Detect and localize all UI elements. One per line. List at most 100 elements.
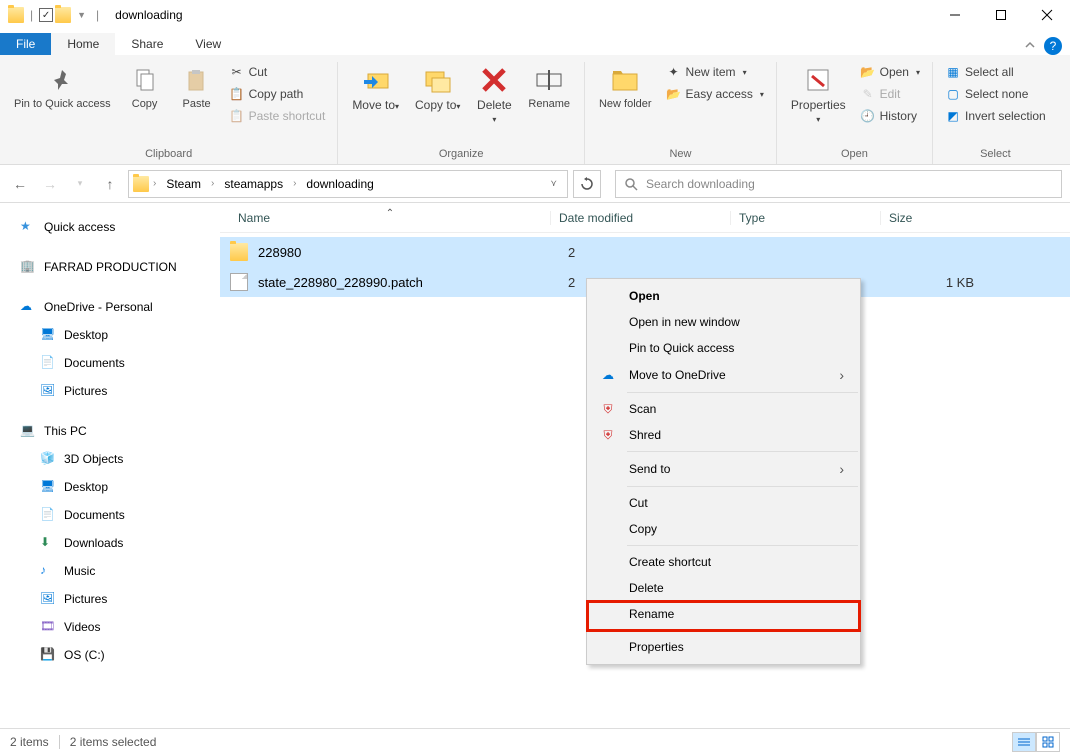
chevron-right-icon[interactable]: › <box>151 178 158 189</box>
recent-button[interactable]: ▾ <box>68 172 92 196</box>
star-icon: ★ <box>20 219 36 235</box>
maximize-button[interactable] <box>978 0 1024 30</box>
column-size[interactable]: Size <box>880 211 980 225</box>
breadcrumb-segment[interactable]: Steam <box>160 175 207 193</box>
back-button[interactable]: ← <box>8 172 32 196</box>
paste-shortcut-button[interactable]: 📋Paste shortcut <box>225 106 330 126</box>
new-item-button[interactable]: ✦New item▾ <box>662 62 768 82</box>
cm-cut[interactable]: Cut <box>587 490 860 516</box>
sidebar-downloads[interactable]: ⬇Downloads <box>0 529 220 557</box>
breadcrumb-segment[interactable]: downloading <box>300 175 379 193</box>
cm-properties[interactable]: Properties <box>587 634 860 660</box>
cm-delete[interactable]: Delete <box>587 575 860 601</box>
minimize-button[interactable] <box>932 0 978 30</box>
paste-button[interactable]: Paste <box>173 62 221 113</box>
sidebar-onedrive[interactable]: ☁ OneDrive - Personal <box>0 293 220 321</box>
select-all-button[interactable]: ▦Select all <box>941 62 1050 82</box>
chevron-right-icon[interactable]: › <box>209 178 216 189</box>
chevron-up-icon <box>1024 39 1036 51</box>
invert-icon: ◩ <box>945 108 961 124</box>
cm-rename[interactable]: Rename <box>587 601 860 627</box>
move-to-button[interactable]: Move to▾ <box>346 62 405 115</box>
sidebar-this-pc[interactable]: 💻 This PC <box>0 417 220 445</box>
thumbnails-view-button[interactable] <box>1036 732 1060 752</box>
pin-quick-access-button[interactable]: Pin to Quick access <box>8 62 117 113</box>
details-view-button[interactable] <box>1012 732 1036 752</box>
open-button[interactable]: 📂Open▾ <box>856 62 924 82</box>
copy-to-button[interactable]: Copy to▾ <box>409 62 466 115</box>
folder-icon <box>133 176 149 192</box>
up-button[interactable]: ↑ <box>98 172 122 196</box>
sidebar-documents[interactable]: 📄Documents <box>0 501 220 529</box>
history-button[interactable]: 🕘History <box>856 106 924 126</box>
cm-send-to[interactable]: Send to › <box>587 455 860 483</box>
tab-home[interactable]: Home <box>51 33 115 55</box>
sidebar-od-desktop[interactable]: 🖥Desktop <box>0 321 220 349</box>
cut-button[interactable]: ✂Cut <box>225 62 330 82</box>
sidebar-3d-objects[interactable]: 🧊3D Objects <box>0 445 220 473</box>
breadcrumb[interactable]: › Steam › steamapps › downloading ⋎ <box>128 170 568 198</box>
sidebar-od-pictures[interactable]: 🖼Pictures <box>0 377 220 405</box>
onedrive-icon: ☁ <box>599 366 617 384</box>
rename-button[interactable]: Rename <box>522 62 576 113</box>
file-row[interactable]: 228980 2 <box>220 237 1070 267</box>
breadcrumb-segment[interactable]: steamapps <box>218 175 289 193</box>
column-date[interactable]: Date modified <box>550 211 730 225</box>
sidebar-music[interactable]: ♪Music <box>0 557 220 585</box>
tab-file[interactable]: File <box>0 33 51 55</box>
main-content: ★ Quick access 🏢 FARRAD PRODUCTION ☁ One… <box>0 203 1070 751</box>
edit-icon: ✎ <box>860 86 876 102</box>
separator <box>627 392 858 393</box>
cm-open-new[interactable]: Open in new window <box>587 309 860 335</box>
invert-selection-button[interactable]: ◩Invert selection <box>941 106 1050 126</box>
sidebar-desktop[interactable]: 🖥Desktop <box>0 473 220 501</box>
tab-share[interactable]: Share <box>115 33 179 55</box>
cm-create-shortcut[interactable]: Create shortcut <box>587 549 860 575</box>
navigation-pane[interactable]: ★ Quick access 🏢 FARRAD PRODUCTION ☁ One… <box>0 203 220 751</box>
search-box[interactable] <box>615 170 1062 198</box>
cm-onedrive[interactable]: ☁ Move to OneDrive › <box>587 361 860 389</box>
dropdown-caret-icon[interactable]: ▼ <box>77 10 86 20</box>
properties-button[interactable]: Properties▾ <box>785 62 852 128</box>
close-button[interactable] <box>1024 0 1070 30</box>
forward-button[interactable]: → <box>38 172 62 196</box>
column-type[interactable]: Type <box>730 211 880 225</box>
rename-icon <box>533 64 565 96</box>
select-none-button[interactable]: ▢Select none <box>941 84 1050 104</box>
chevron-right-icon[interactable]: › <box>291 178 298 189</box>
copy-button[interactable]: Copy <box>121 62 169 113</box>
titlebar-left: | ✓ ▼ | downloading <box>0 7 183 23</box>
ribbon-collapse-button[interactable] <box>1016 35 1044 55</box>
cm-copy[interactable]: Copy <box>587 516 860 542</box>
cm-pin[interactable]: Pin to Quick access <box>587 335 860 361</box>
copy-path-button[interactable]: 📋Copy path <box>225 84 330 104</box>
cm-open[interactable]: Open <box>587 283 860 309</box>
scissors-icon: ✂ <box>229 64 245 80</box>
tab-view[interactable]: View <box>179 33 237 55</box>
edit-button[interactable]: ✎Edit <box>856 84 924 104</box>
sidebar-os-drive[interactable]: 💾OS (C:) <box>0 641 220 669</box>
cm-scan[interactable]: ⛨ Scan <box>587 396 860 422</box>
ribbon-tabs: File Home Share View ? <box>0 30 1070 55</box>
column-name[interactable]: ⌃ Name <box>230 211 550 225</box>
sidebar-farrad[interactable]: 🏢 FARRAD PRODUCTION <box>0 253 220 281</box>
new-folder-button[interactable]: New folder <box>593 62 658 113</box>
delete-button[interactable]: Delete▾ <box>470 62 518 128</box>
status-items: 2 items <box>10 735 49 749</box>
sidebar-pictures[interactable]: 🖼Pictures <box>0 585 220 613</box>
ribbon-group-new: New folder ✦New item▾ 📂Easy access▾ New <box>585 62 777 164</box>
sidebar-quick-access[interactable]: ★ Quick access <box>0 213 220 241</box>
search-input[interactable] <box>646 177 1053 191</box>
sidebar-od-documents[interactable]: 📄Documents <box>0 349 220 377</box>
search-icon <box>624 177 638 191</box>
pin-icon <box>46 64 78 96</box>
cm-shred[interactable]: ⛨ Shred <box>587 422 860 448</box>
sidebar-videos[interactable]: 🎞Videos <box>0 613 220 641</box>
pc-icon: 💻 <box>20 423 36 439</box>
easy-access-button[interactable]: 📂Easy access▾ <box>662 84 768 104</box>
refresh-button[interactable] <box>573 170 601 198</box>
copy-icon <box>129 64 161 96</box>
help-button[interactable]: ? <box>1044 37 1062 55</box>
address-dropdown-button[interactable]: ⋎ <box>544 178 563 189</box>
quick-access-checked-icon[interactable]: ✓ <box>39 8 53 22</box>
